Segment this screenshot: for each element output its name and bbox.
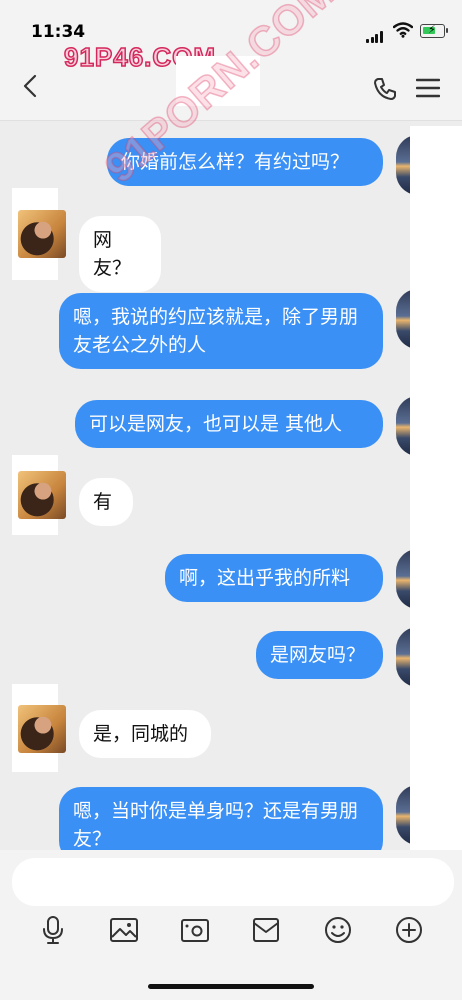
contact-avatar[interactable] [12, 188, 66, 280]
wifi-icon [393, 22, 413, 38]
emoji-icon[interactable] [320, 912, 356, 948]
message-bubble-incoming[interactable]: 是，同城的 [79, 710, 211, 758]
redaction-mask [410, 126, 462, 856]
message-list[interactable]: 你婚前怎么样？有约过吗？ 网友？ 嗯，我说的约应该就是，除了男朋友老公之外的人 … [0, 121, 462, 850]
battery-charging-icon: ⚡ [420, 23, 448, 38]
message-bubble-incoming[interactable]: 网友？ [79, 216, 161, 292]
back-arrow-icon[interactable] [20, 74, 40, 98]
message-bubble-outgoing[interactable]: 啊，这出乎我的所料 [165, 554, 383, 602]
message-bubble-outgoing[interactable]: 嗯，我说的约应该就是，除了男朋友老公之外的人 [59, 293, 383, 369]
microphone-icon[interactable] [35, 912, 71, 948]
envelope-icon[interactable] [248, 912, 284, 948]
input-bar [0, 850, 462, 1000]
cellular-signal-icon [366, 24, 384, 43]
message-bubble-outgoing[interactable]: 嗯，当时你是单身吗？还是有男朋友？ [59, 787, 383, 850]
status-time: 11:34 [31, 22, 86, 42]
toolbar [0, 912, 462, 952]
message-input[interactable] [12, 858, 454, 906]
message-bubble-outgoing[interactable]: 可以是网友，也可以是 其他人 [75, 400, 383, 448]
phone-call-icon[interactable] [372, 76, 398, 102]
message-bubble-outgoing[interactable]: 是网友吗？ [256, 631, 383, 679]
message-bubble-incoming[interactable]: 有 [79, 478, 133, 526]
home-indicator [148, 984, 314, 989]
image-icon[interactable] [106, 912, 142, 948]
camera-icon[interactable] [177, 912, 213, 948]
plus-icon[interactable] [391, 912, 427, 948]
contact-avatar[interactable] [12, 684, 66, 772]
menu-icon[interactable] [416, 78, 440, 98]
contact-avatar[interactable] [12, 455, 66, 535]
